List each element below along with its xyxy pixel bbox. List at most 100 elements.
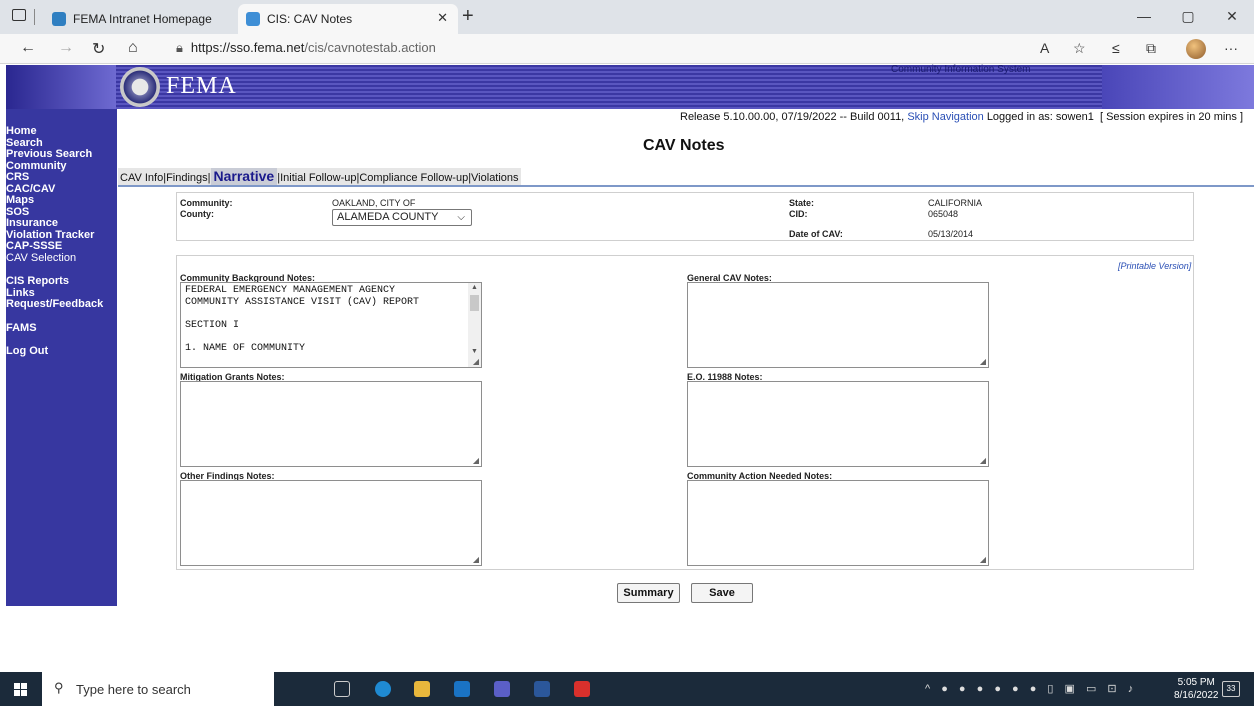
sidebar-item-log-out[interactable]: Log Out [6, 345, 117, 358]
resize-grip-icon[interactable]: ◢ [980, 357, 986, 366]
state-value: CALIFORNIA [928, 198, 983, 208]
community-background-text: FEDERAL EMERGENCY MANAGEMENT AGENCY COMM… [185, 285, 420, 354]
favorites-list-icon[interactable]: ≤ [1112, 40, 1120, 56]
browser-tab-bar: FEMA Intranet Homepage ✕ CIS: CAV Notes … [0, 0, 1254, 34]
other-findings-textarea[interactable]: ◢ [180, 480, 482, 566]
page-title: CAV Notes [643, 137, 725, 154]
community-value: OAKLAND, CITY OF [332, 198, 416, 208]
scroll-up-icon[interactable]: ▲ [468, 284, 481, 291]
tabs-divider [118, 185, 1254, 187]
community-action-needed-textarea[interactable]: ◢ [687, 480, 989, 566]
sidebar-item-fams[interactable]: FAMS [6, 322, 117, 335]
dhs-seal-icon [120, 67, 160, 107]
tab-title: CIS: CAV Notes [267, 12, 353, 26]
url-field[interactable]: 🔒︎ https://sso.fema.net/cis/cavnotestab.a… [176, 40, 436, 56]
printable-version-link[interactable]: [Printable Version] [1118, 261, 1191, 271]
scroll-down-icon[interactable]: ▼ [468, 348, 481, 355]
sidebar-nav: Home Search Previous Search Community CR… [6, 109, 117, 606]
sidebar-item-previous-search[interactable]: Previous Search [6, 148, 117, 161]
lock-icon: 🔒︎ [176, 40, 183, 55]
community-background-textarea[interactable]: FEDERAL EMERGENCY MANAGEMENT AGENCY COMM… [180, 282, 482, 368]
release-text: Release 5.10.00.00, 07/19/2022 -- Build … [680, 111, 905, 123]
scroll-thumb[interactable] [470, 295, 479, 311]
sidebar-item-cap-ssse[interactable]: CAP-SSSE [6, 240, 117, 253]
date-of-cav-value: 05/13/2014 [928, 229, 974, 239]
sidebar-item-cis-reports[interactable]: CIS Reports [6, 275, 117, 288]
skip-navigation-link[interactable]: Skip Navigation [907, 111, 983, 123]
save-button[interactable]: Save [691, 583, 753, 603]
collections-icon[interactable]: ⧉ [1146, 40, 1156, 57]
url-host: https://sso.fema.net [190, 40, 305, 55]
new-tab-icon[interactable]: + [462, 5, 474, 28]
close-tab-icon[interactable]: ✕ [437, 10, 448, 26]
system-title: Community Information System [891, 64, 1031, 75]
resize-grip-icon[interactable]: ◢ [980, 555, 986, 564]
cid-label: CID: [789, 209, 808, 219]
clock-time: 5:05 PM [1177, 677, 1215, 688]
county-select[interactable]: ALAMEDA COUNTY ⌵ [332, 209, 472, 226]
back-icon[interactable]: ← [20, 39, 36, 57]
resize-grip-icon[interactable]: ◢ [980, 456, 986, 465]
maximize-icon[interactable]: ▢ [1166, 0, 1210, 34]
refresh-icon[interactable]: ↻ [92, 39, 105, 59]
mitigation-grants-textarea[interactable]: ◢ [180, 381, 482, 467]
system-tray-icons[interactable]: ^ ● ● ● ● ● ● ▯ ▣ ▭ ⊡ ♪ [925, 682, 1137, 695]
teams-icon[interactable] [494, 681, 510, 697]
read-aloud-icon[interactable]: A [1040, 40, 1049, 56]
sidebar-item-home[interactable]: Home [6, 125, 117, 138]
profile-avatar[interactable] [1186, 39, 1206, 59]
sidebar-item-crs[interactable]: CRS [6, 171, 117, 184]
cis-favicon-icon [246, 12, 260, 26]
file-explorer-icon[interactable] [414, 681, 430, 697]
more-menu-icon[interactable]: ··· [1224, 40, 1238, 56]
tab-narrative[interactable]: Narrative [210, 168, 278, 185]
tab-title: FEMA Intranet Homepage [73, 12, 212, 26]
outlook-icon[interactable] [454, 681, 470, 697]
home-icon[interactable]: ⌂ [128, 39, 138, 57]
browser-tab-fema-intranet[interactable]: FEMA Intranet Homepage ✕ [44, 4, 264, 34]
url-path: /cis/cavnotestab.action [304, 40, 436, 55]
session-expiry: [ Session expires in 20 mins ] [1099, 111, 1244, 123]
release-info: Release 5.10.00.00, 07/19/2022 -- Build … [680, 111, 1243, 123]
close-window-icon[interactable]: ✕ [1210, 0, 1254, 34]
browser-tab-cav-notes[interactable]: CIS: CAV Notes ✕ [238, 4, 458, 34]
acrobat-icon[interactable] [574, 681, 590, 697]
cav-tabs: CAV Info | Findings | Narrative | Initia… [118, 168, 521, 185]
banner-right-art [1102, 65, 1254, 109]
sidebar-item-maps[interactable]: Maps [6, 194, 117, 207]
task-view-icon[interactable] [334, 681, 350, 697]
date-of-cav-label: Date of CAV: [789, 229, 843, 239]
sidebar-item-cav-selection[interactable]: CAV Selection [6, 252, 117, 265]
summary-button[interactable]: Summary [617, 583, 680, 603]
logged-in-text: Logged in as: sowen1 [986, 111, 1094, 123]
banner-left-art [6, 65, 116, 109]
minimize-icon[interactable]: — [1122, 0, 1166, 34]
cid-value: 065048 [928, 209, 959, 219]
windows-taskbar: ⚲ Type here to search ^ ● ● ● ● ● ● ▯ ▣ … [0, 672, 1254, 706]
state-label: State: [789, 198, 815, 208]
windows-start-icon[interactable] [14, 683, 27, 696]
general-cav-notes-textarea[interactable]: ◢ [687, 282, 989, 368]
county-selected-value: ALAMEDA COUNTY [337, 211, 439, 223]
system-clock[interactable]: 5:05 PM 8/16/2022 [1174, 676, 1219, 702]
search-placeholder: Type here to search [76, 682, 191, 697]
community-info-panel [176, 192, 1194, 241]
community-label: Community: [180, 198, 233, 208]
forward-icon[interactable]: → [58, 39, 74, 57]
taskbar-search-input[interactable]: ⚲ Type here to search [42, 672, 274, 706]
window-controls: — ▢ ✕ [1122, 0, 1254, 34]
word-icon[interactable] [534, 681, 550, 697]
sidebar-item-insurance[interactable]: Insurance [6, 217, 117, 230]
resize-grip-icon[interactable]: ◢ [473, 456, 479, 465]
resize-grip-icon[interactable]: ◢ [473, 555, 479, 564]
edge-browser-icon[interactable] [375, 681, 391, 697]
search-icon: ⚲ [54, 680, 64, 695]
resize-grip-icon[interactable]: ◢ [473, 357, 479, 366]
notifications-icon[interactable]: 33 [1222, 681, 1240, 697]
sidebar-item-request-feedback[interactable]: Request/Feedback [6, 298, 117, 311]
eo-11988-textarea[interactable]: ◢ [687, 381, 989, 467]
textarea-scrollbar[interactable]: ▲ ▼ [468, 283, 481, 367]
clock-date: 8/16/2022 [1174, 690, 1219, 701]
tab-actions-icon[interactable] [12, 9, 26, 21]
favorite-star-icon[interactable]: ☆ [1073, 40, 1086, 57]
